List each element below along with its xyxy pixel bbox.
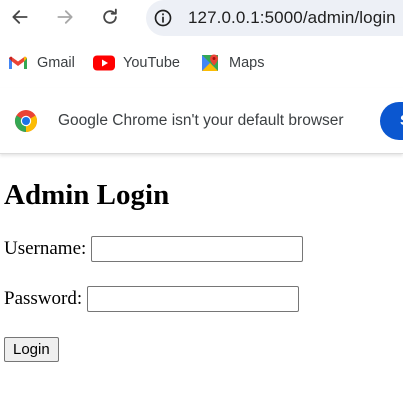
login-button[interactable]: Login [4, 337, 59, 362]
arrow-left-icon [12, 10, 28, 24]
reload-icon [103, 8, 117, 24]
address-bar[interactable]: 127.0.0.1:5000/admin/login [146, 0, 403, 36]
username-row: Username: [4, 236, 304, 262]
bookmark-label: Gmail [37, 55, 75, 71]
back-button[interactable] [6, 3, 34, 31]
username-label: Username: [4, 238, 87, 259]
browser-toolbar: 127.0.0.1:5000/admin/login [0, 0, 403, 36]
password-label: Password: [4, 288, 83, 309]
password-input[interactable] [87, 286, 300, 312]
reload-button[interactable] [96, 3, 124, 31]
bookmark-maps[interactable]: Maps [199, 52, 264, 74]
bookmark-youtube[interactable]: YouTube [93, 52, 180, 74]
youtube-icon [93, 52, 115, 74]
password-row: Password: [4, 286, 300, 312]
url-text[interactable]: 127.0.0.1:5000/admin/login [188, 8, 396, 28]
page-content: Admin Login Username: Password: Login [4, 178, 399, 362]
page-title: Admin Login [4, 179, 170, 211]
bookmark-label: YouTube [123, 55, 180, 71]
infobar-message: Google Chrome isn't your default browser [58, 112, 344, 129]
bookmark-gmail[interactable]: Gmail [7, 52, 75, 74]
chrome-logo-icon [15, 110, 37, 132]
username-input[interactable] [91, 236, 304, 262]
site-info-icon[interactable] [152, 7, 174, 29]
gmail-icon [7, 52, 29, 74]
bookmark-label: Maps [229, 55, 265, 71]
maps-icon [199, 52, 221, 74]
forward-button[interactable] [51, 3, 79, 31]
arrow-right-icon [57, 10, 73, 24]
bookmarks-bar: Gmail YouTube Maps [0, 44, 403, 82]
set-default-button[interactable]: Set as default [380, 102, 403, 140]
default-browser-infobar: Google Chrome isn't your default browser… [0, 88, 403, 154]
